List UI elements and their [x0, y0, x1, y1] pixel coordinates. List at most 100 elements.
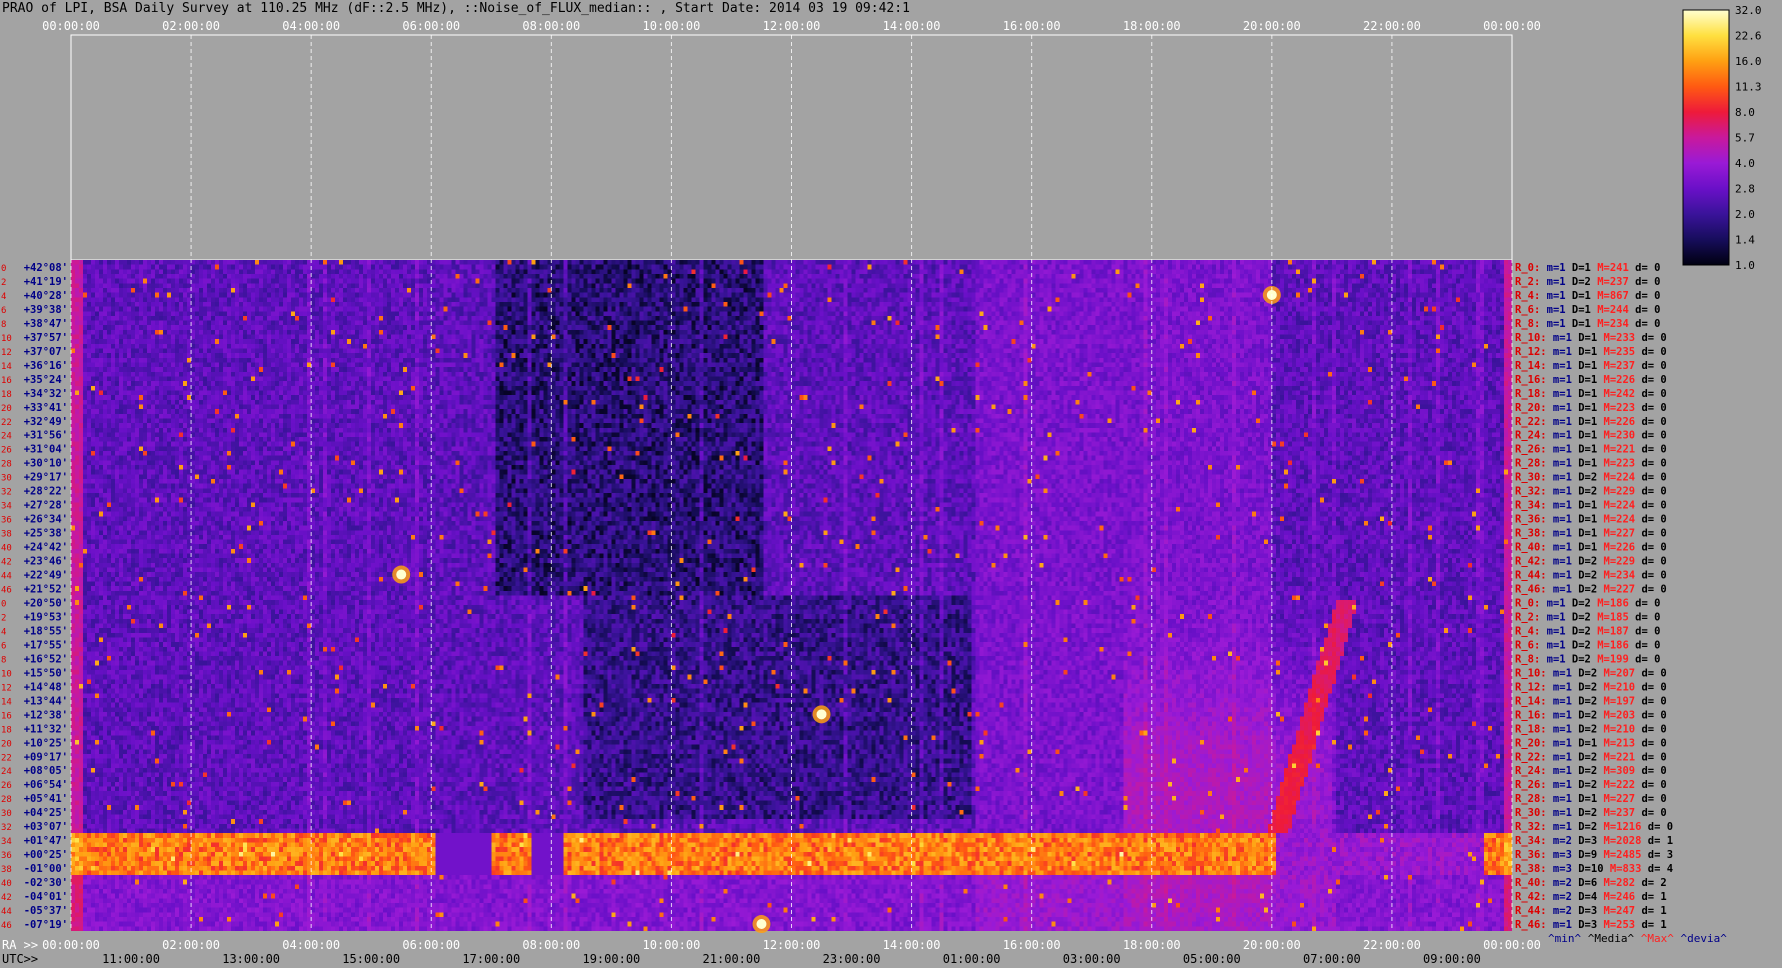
- row-index-label: 38: [1, 865, 12, 875]
- ra-tick-label: 14:00:00: [883, 938, 941, 952]
- utc-tick-label: 05:00:00: [1183, 952, 1241, 966]
- utc-tick-label: 03:00:00: [1063, 952, 1121, 966]
- row-stats: R_24: m=1 D=1 M=230 d= 0: [1515, 430, 1667, 442]
- row-stats: R_6: m=1 D=2 M=186 d= 0: [1515, 639, 1660, 651]
- bright-source-2: [392, 565, 411, 584]
- declination-label: -07°19': [24, 919, 68, 931]
- row-stats: R_2: m=1 D=2 M=237 d= 0: [1515, 276, 1660, 288]
- declination-label: +00°25': [24, 849, 68, 861]
- declination-label: +39°38': [24, 304, 68, 316]
- utc-tick-label: 23:00:00: [823, 952, 881, 966]
- row-index-label: 4: [1, 292, 6, 302]
- row-stats: R_10: m=1 D=2 M=207 d= 0: [1515, 667, 1667, 679]
- row-index-label: 12: [1, 683, 12, 693]
- row-index-label: 40: [1, 544, 12, 554]
- colorbar-tick-label: 16.0: [1735, 55, 1762, 68]
- row-stats: R_0: m=1 D=2 M=186 d= 0: [1515, 597, 1660, 609]
- ra-axis-label: RA >>: [2, 938, 38, 952]
- declination-label: +34°32': [24, 388, 68, 400]
- row-stats: R_10: m=1 D=1 M=233 d= 0: [1515, 332, 1667, 344]
- row-stats: R_22: m=1 D=1 M=226 d= 0: [1515, 416, 1667, 428]
- colorbar: [1682, 9, 1730, 266]
- bright-source-4: [752, 915, 771, 934]
- colorbar-tick-label: 22.6: [1735, 30, 1762, 43]
- row-index-label: 42: [1, 558, 12, 568]
- row-stats: R_30: m=1 D=2 M=224 d= 0: [1515, 472, 1667, 484]
- top-tick-label: 04:00:00: [282, 19, 340, 33]
- row-stats: R_38: m=3 D=10 M=833 d= 4: [1515, 863, 1673, 875]
- heatmap-chart: 00:00:00 02:00:00 04:00:00 06:00:00 08:00:00…: [1, 4, 1762, 966]
- declination-label: +36°16': [24, 360, 68, 372]
- row-stats: R_20: m=1 D=1 M=223 d= 0: [1515, 402, 1667, 414]
- declination-label: +08°05': [24, 765, 68, 777]
- colorbar-tick-label: 5.7: [1735, 132, 1755, 145]
- utc-tick-label: 01:00:00: [943, 952, 1001, 966]
- declination-label: +10°25': [24, 737, 68, 749]
- declination-label: +19°53': [24, 611, 68, 623]
- row-index-label: 12: [1, 348, 12, 358]
- row-index-label: 18: [1, 725, 12, 735]
- row-stats: R_8: m=1 D=1 M=234 d= 0: [1515, 318, 1660, 330]
- row-index-label: 28: [1, 795, 12, 805]
- ra-tick-label: 12:00:00: [763, 938, 821, 952]
- row-stats: R_44: m=1 D=2 M=234 d= 0: [1515, 570, 1667, 582]
- colorbar-tick-label: 1.4: [1735, 234, 1755, 247]
- declination-label: -01°00': [24, 863, 68, 875]
- declination-label: +26°34': [24, 514, 68, 526]
- row-index-label: 8: [1, 320, 6, 330]
- row-stats: R_34: m=1 D=1 M=224 d= 0: [1515, 500, 1667, 512]
- row-stats: R_30: m=1 D=2 M=237 d= 0: [1515, 807, 1667, 819]
- row-index-label: 26: [1, 446, 12, 456]
- row-stats: R_16: m=1 D=1 M=226 d= 0: [1515, 374, 1667, 386]
- declination-label: +25°38': [24, 528, 68, 540]
- row-index-label: 10: [1, 669, 12, 679]
- row-index-label: 44: [1, 572, 12, 582]
- row-index-label: 22: [1, 418, 12, 428]
- ra-tick-label: 06:00:00: [402, 938, 460, 952]
- row-stats: R_44: m=2 D=3 M=247 d= 1: [1515, 905, 1667, 917]
- declination-label: +30°10': [24, 458, 68, 470]
- row-index-label: 6: [1, 641, 6, 651]
- row-index-label: 0: [1, 599, 6, 609]
- declination-label: +06°54': [24, 779, 68, 791]
- row-index-label: 10: [1, 334, 12, 344]
- row-index-label: 14: [1, 362, 12, 372]
- colorbar-tick-label: 2.8: [1735, 183, 1755, 196]
- ra-tick-label: 10:00:00: [643, 938, 701, 952]
- top-tick-label: 00:00:00: [1483, 19, 1541, 33]
- utc-tick-label: 21:00:00: [703, 952, 761, 966]
- row-index-label: 24: [1, 767, 12, 777]
- declination-label: +40°28': [24, 290, 68, 302]
- row-stats: R_32: m=1 D=2 M=1216 d= 0: [1515, 821, 1673, 833]
- row-stats: R_46: m=1 D=2 M=227 d= 0: [1515, 584, 1667, 596]
- row-stats: R_8: m=1 D=2 M=199 d= 0: [1515, 653, 1660, 665]
- declination-label: +24°42': [24, 542, 68, 554]
- declination-label: +31°04': [24, 444, 68, 456]
- declination-label: +37°07': [24, 346, 68, 358]
- row-stats: R_32: m=1 D=2 M=229 d= 0: [1515, 486, 1667, 498]
- row-index-label: 20: [1, 739, 12, 749]
- row-stats: R_4: m=1 D=2 M=187 d= 0: [1515, 625, 1660, 637]
- top-tick-label: 22:00:00: [1363, 19, 1421, 33]
- row-stats: R_22: m=1 D=2 M=221 d= 0: [1515, 751, 1667, 763]
- row-index-label: 0: [1, 264, 6, 274]
- colorbar-tick-label: 1.0: [1735, 259, 1755, 272]
- declination-label: +22°49': [24, 570, 68, 582]
- ra-tick-label: 20:00:00: [1243, 938, 1301, 952]
- row-index-label: 34: [1, 502, 12, 512]
- top-tick-label: 12:00:00: [763, 19, 821, 33]
- row-index-label: 46: [1, 586, 12, 596]
- top-tick-label: 02:00:00: [162, 19, 220, 33]
- top-tick-label: 20:00:00: [1243, 19, 1301, 33]
- top-tick-label: 08:00:00: [522, 19, 580, 33]
- row-stats: R_16: m=1 D=2 M=203 d= 0: [1515, 709, 1667, 721]
- row-stats: R_12: m=1 D=1 M=235 d= 0: [1515, 346, 1667, 358]
- row-index-label: 6: [1, 306, 6, 316]
- stats-legend: ^min^ ^Media^ ^Max^ ^devia^: [1548, 932, 1727, 945]
- declination-label: +12°38': [24, 709, 68, 721]
- utc-tick-label: 19:00:00: [582, 952, 640, 966]
- row-stats: R_18: m=1 D=1 M=242 d= 0: [1515, 388, 1667, 400]
- row-stats: R_12: m=1 D=2 M=210 d= 0: [1515, 681, 1667, 693]
- row-index-label: 14: [1, 697, 12, 707]
- ra-tick-label: 18:00:00: [1123, 938, 1181, 952]
